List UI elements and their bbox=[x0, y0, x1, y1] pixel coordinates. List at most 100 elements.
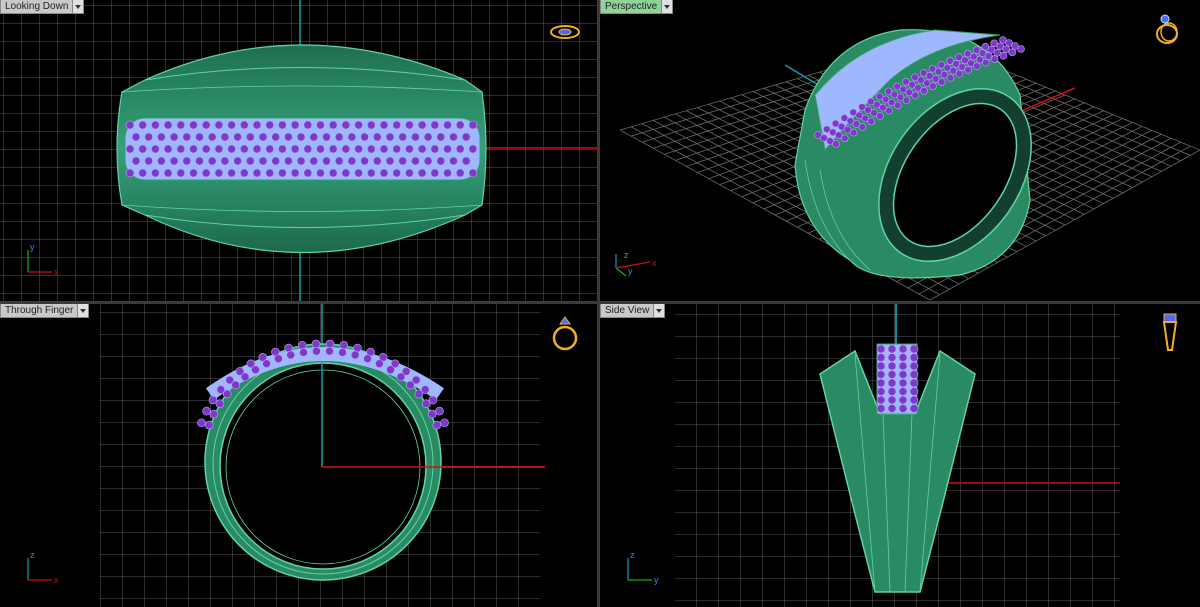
viewport-tab[interactable]: Looking Down bbox=[0, 0, 85, 14]
side-view-canvas[interactable] bbox=[600, 304, 1200, 607]
gem bbox=[876, 395, 886, 405]
gem bbox=[946, 73, 955, 82]
gem bbox=[296, 156, 306, 166]
gem bbox=[227, 144, 236, 154]
axis-label-z: z bbox=[30, 550, 35, 560]
gem bbox=[151, 168, 160, 178]
gem bbox=[898, 353, 908, 362]
gem bbox=[258, 156, 268, 166]
gem bbox=[309, 132, 319, 142]
gem bbox=[176, 168, 186, 178]
axis-label-y: y bbox=[654, 575, 659, 585]
gem bbox=[443, 120, 452, 130]
perspective-canvas[interactable] bbox=[600, 0, 1200, 301]
gem bbox=[372, 132, 382, 142]
gem bbox=[920, 86, 928, 95]
viewport-label[interactable]: Looking Down bbox=[0, 0, 74, 14]
ring-perspective-icon[interactable] bbox=[1152, 10, 1182, 46]
gem bbox=[197, 418, 206, 428]
gem bbox=[898, 387, 908, 396]
gem bbox=[138, 144, 147, 154]
gem bbox=[131, 156, 141, 166]
gem bbox=[898, 395, 908, 405]
gem bbox=[350, 350, 360, 360]
gem bbox=[398, 156, 408, 166]
gem bbox=[398, 132, 408, 142]
viewport-tab[interactable]: Perspective bbox=[600, 0, 674, 14]
gem bbox=[379, 168, 389, 178]
viewport-dropdown-icon[interactable] bbox=[654, 304, 666, 318]
axis-triad: z y bbox=[627, 550, 659, 585]
gem bbox=[360, 132, 369, 142]
gem bbox=[876, 387, 886, 396]
gem bbox=[325, 339, 335, 349]
axis-label-z: z bbox=[624, 250, 629, 260]
gem bbox=[885, 106, 893, 115]
viewport-label[interactable]: Side View bbox=[600, 304, 655, 318]
gem bbox=[214, 120, 224, 130]
gem bbox=[887, 353, 897, 362]
gem bbox=[423, 156, 433, 166]
gem bbox=[405, 144, 414, 154]
gem bbox=[201, 168, 211, 178]
gem bbox=[341, 144, 351, 154]
looking-down-canvas[interactable] bbox=[0, 0, 597, 301]
gem bbox=[849, 128, 858, 137]
gem bbox=[876, 404, 886, 413]
gem bbox=[296, 132, 306, 142]
viewport-through-finger[interactable]: Through Finger z x bbox=[0, 304, 597, 607]
gem bbox=[841, 134, 849, 143]
ring-side-icon[interactable] bbox=[1160, 310, 1180, 356]
gem bbox=[297, 341, 307, 350]
gem bbox=[328, 120, 338, 130]
viewport-dropdown-icon[interactable] bbox=[73, 0, 85, 14]
viewport-dropdown-icon[interactable] bbox=[78, 304, 90, 318]
gem bbox=[461, 132, 471, 142]
gem bbox=[436, 132, 446, 142]
gem bbox=[299, 348, 308, 357]
gem bbox=[405, 168, 414, 178]
gem bbox=[284, 156, 293, 166]
gem bbox=[240, 144, 249, 154]
gem bbox=[876, 378, 886, 388]
gem bbox=[251, 365, 260, 375]
gem bbox=[338, 348, 347, 357]
through-finger-canvas[interactable] bbox=[0, 304, 597, 607]
gem bbox=[262, 359, 271, 368]
gem bbox=[432, 420, 442, 430]
gem bbox=[286, 350, 296, 360]
gem bbox=[311, 339, 321, 349]
gem bbox=[385, 156, 395, 166]
viewport-label[interactable]: Perspective bbox=[600, 0, 663, 14]
gem bbox=[201, 144, 211, 154]
gem bbox=[240, 168, 249, 178]
gem bbox=[867, 117, 876, 126]
gem bbox=[430, 168, 440, 178]
axis-label-z: z bbox=[630, 550, 635, 560]
gem bbox=[195, 132, 204, 142]
gem bbox=[334, 156, 344, 166]
gem bbox=[169, 156, 179, 166]
viewport-tab[interactable]: Through Finger bbox=[0, 304, 90, 318]
viewport-label[interactable]: Through Finger bbox=[0, 304, 79, 318]
gem bbox=[220, 156, 230, 166]
viewport-dropdown-icon[interactable] bbox=[662, 0, 674, 14]
gem bbox=[990, 55, 999, 63]
gem bbox=[427, 409, 437, 419]
gem bbox=[449, 156, 458, 166]
gem bbox=[392, 144, 402, 154]
gem bbox=[379, 120, 389, 130]
gem bbox=[189, 144, 198, 154]
gem bbox=[265, 168, 275, 178]
ring-front-icon[interactable] bbox=[550, 312, 580, 352]
viewport-side-view[interactable]: Side View z y bbox=[600, 304, 1200, 607]
viewport-perspective[interactable]: Perspective z y x bbox=[600, 0, 1200, 301]
gem bbox=[440, 418, 449, 428]
gem bbox=[354, 120, 363, 130]
viewport-tab[interactable]: Side View bbox=[600, 304, 666, 318]
gem bbox=[233, 156, 242, 166]
gem bbox=[207, 156, 217, 166]
ring-top-view-icon[interactable] bbox=[548, 22, 582, 42]
gem bbox=[887, 404, 897, 413]
viewport-looking-down[interactable]: Looking Down y x bbox=[0, 0, 597, 301]
